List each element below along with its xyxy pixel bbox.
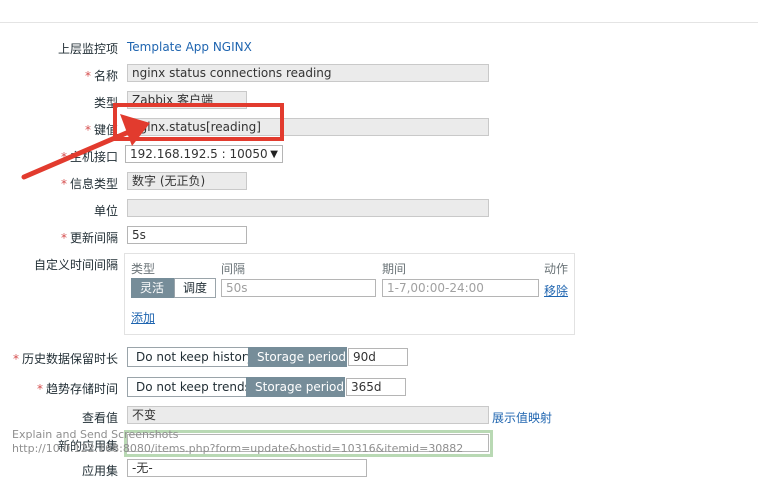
annotation-arrow-icon bbox=[21, 114, 150, 180]
